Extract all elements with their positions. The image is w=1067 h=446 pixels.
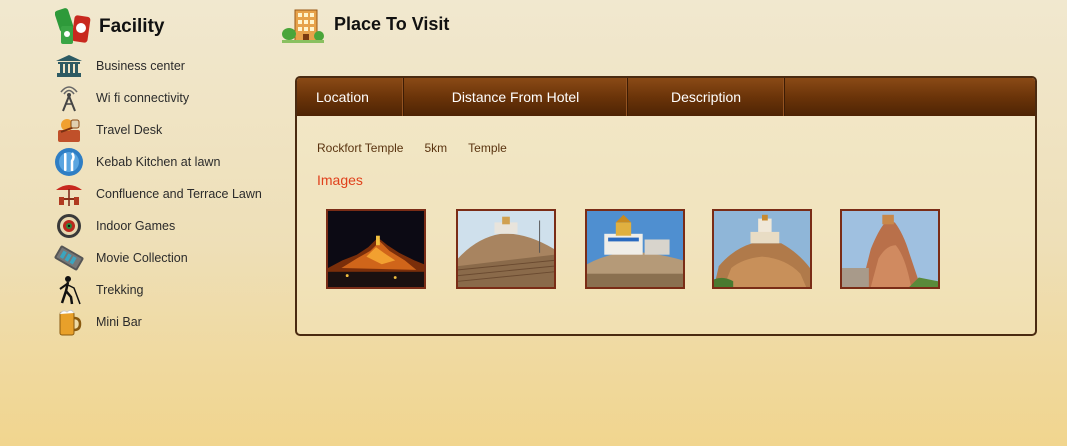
cell-location: Rockfort Temple bbox=[317, 141, 404, 155]
place-header: Place To Visit bbox=[281, 8, 449, 44]
facility-item-label: Indoor Games bbox=[96, 219, 176, 233]
column-header-description[interactable]: Description bbox=[628, 78, 785, 116]
facility-item-label: Business center bbox=[96, 59, 185, 73]
hiker-icon bbox=[53, 275, 85, 305]
column-header-location[interactable]: Location bbox=[297, 78, 404, 116]
images-heading: Images bbox=[317, 172, 363, 188]
beer-mug-icon bbox=[53, 307, 85, 337]
places-panel: Location Distance From Hotel Description… bbox=[295, 76, 1037, 336]
facility-item-trekking[interactable]: Trekking bbox=[53, 274, 262, 306]
facility-item-wifi[interactable]: Wi fi connectivity bbox=[53, 82, 262, 114]
gallery-thumbnail[interactable] bbox=[326, 209, 426, 289]
travel-desk-icon bbox=[53, 115, 85, 145]
table-row: Rockfort Temple 5km Temple bbox=[317, 141, 507, 155]
facility-item-label: Kebab Kitchen at lawn bbox=[96, 155, 221, 169]
facility-item-indoor-games[interactable]: Indoor Games bbox=[53, 210, 262, 242]
facility-title: Facility bbox=[99, 16, 165, 37]
facility-item-label: Trekking bbox=[96, 283, 144, 297]
fork-knife-icon bbox=[53, 147, 85, 177]
bank-building-icon bbox=[53, 51, 85, 81]
places-table-header: Location Distance From Hotel Description bbox=[297, 78, 1035, 116]
gallery-thumbnail[interactable] bbox=[585, 209, 685, 289]
facility-item-movie-collection[interactable]: Movie Collection bbox=[53, 242, 262, 274]
facility-item-terrace-lawn[interactable]: Confluence and Terrace Lawn bbox=[53, 178, 262, 210]
gallery-thumbnail[interactable] bbox=[712, 209, 812, 289]
facility-item-label: Movie Collection bbox=[96, 251, 188, 265]
place-title: Place To Visit bbox=[334, 13, 450, 34]
wifi-tower-icon bbox=[53, 83, 85, 113]
gallery-thumbnail[interactable] bbox=[840, 209, 940, 289]
film-reel-icon bbox=[53, 243, 85, 273]
facility-item-label: Confluence and Terrace Lawn bbox=[96, 187, 262, 201]
facility-item-mini-bar[interactable]: Mini Bar bbox=[53, 306, 262, 338]
facility-logo-icon bbox=[54, 6, 95, 46]
facility-item-travel-desk[interactable]: Travel Desk bbox=[53, 114, 262, 146]
column-header-distance[interactable]: Distance From Hotel bbox=[404, 78, 628, 116]
cell-distance: 5km bbox=[424, 141, 448, 155]
gallery-thumbnail[interactable] bbox=[456, 209, 556, 289]
facility-header: Facility bbox=[54, 6, 165, 46]
facility-item-kebab-kitchen[interactable]: Kebab Kitchen at lawn bbox=[53, 146, 262, 178]
hotel-building-icon bbox=[281, 8, 325, 44]
cell-description: Temple bbox=[468, 141, 507, 155]
facility-item-business-center[interactable]: Business center bbox=[53, 50, 262, 82]
terrace-umbrella-icon bbox=[53, 179, 85, 209]
facility-item-label: Travel Desk bbox=[96, 123, 163, 137]
facility-list: Business center Wi fi connectivity Trave… bbox=[53, 50, 262, 338]
facility-item-label: Mini Bar bbox=[96, 315, 142, 329]
facility-item-label: Wi fi connectivity bbox=[96, 91, 190, 105]
dartboard-icon bbox=[53, 211, 85, 241]
